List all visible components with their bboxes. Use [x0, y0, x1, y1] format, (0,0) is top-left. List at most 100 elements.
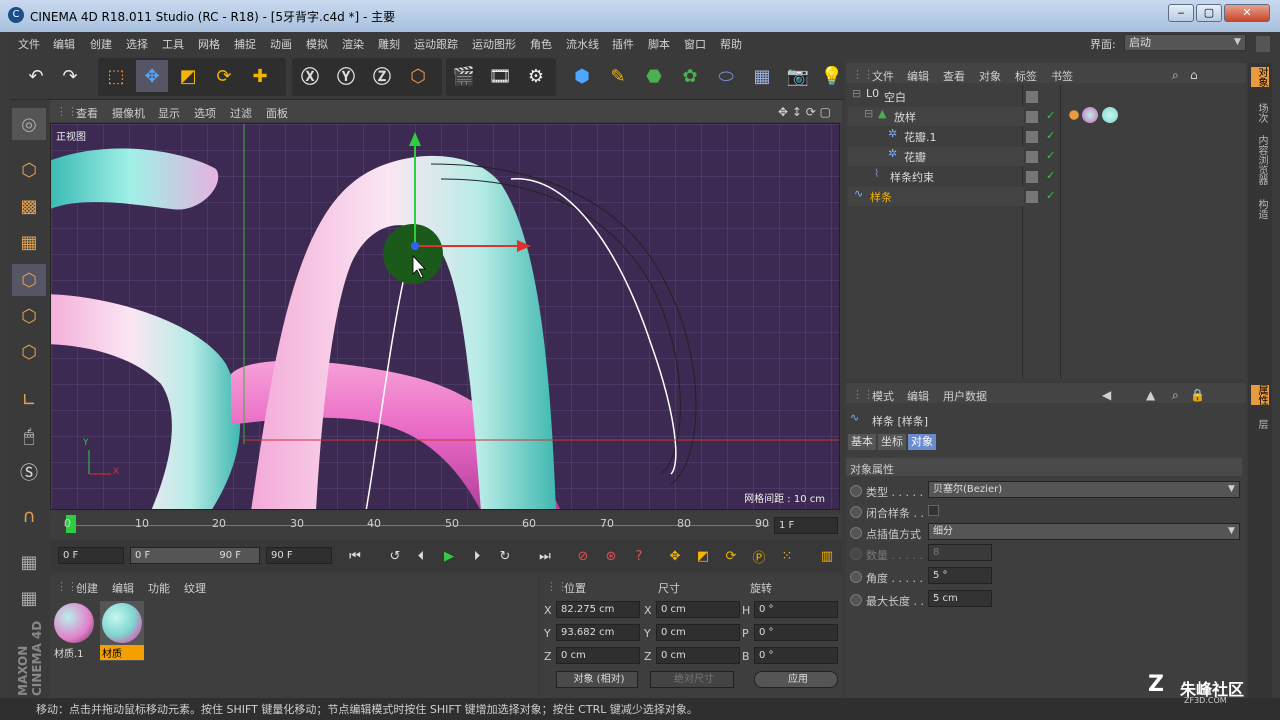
- make-editable-icon[interactable]: ◎: [12, 108, 46, 140]
- lock-icon[interactable]: 🔒: [1190, 388, 1205, 402]
- attr-menu-edit[interactable]: 编辑: [907, 388, 929, 404]
- object-row-null[interactable]: ⊟ L0 空白: [848, 87, 1024, 106]
- deformer-icon[interactable]: ⬭: [710, 60, 742, 92]
- lock-workplane-icon[interactable]: ▦: [12, 582, 46, 614]
- tab-object[interactable]: 对象: [908, 434, 936, 450]
- menu-sculpt[interactable]: 雕刻: [378, 36, 400, 52]
- move-tool-icon[interactable]: ✥: [136, 60, 168, 92]
- layout-lock-button[interactable]: [1256, 36, 1270, 52]
- menu-edit[interactable]: 编辑: [53, 36, 75, 52]
- rot-b-field[interactable]: 0 °: [754, 647, 838, 664]
- radio-interpolation[interactable]: [850, 527, 862, 539]
- material-menu-texture[interactable]: 纹理: [184, 580, 206, 596]
- home-icon[interactable]: ⌂: [1190, 68, 1198, 82]
- tab-content-browser[interactable]: 内容浏览器: [1251, 135, 1269, 185]
- current-frame-field[interactable]: 1 F: [774, 517, 838, 534]
- back-arrow-icon[interactable]: ◀: [1102, 388, 1111, 402]
- model-mode-icon[interactable]: ⬡: [12, 154, 46, 186]
- rotate-tool-icon[interactable]: ⟳: [208, 60, 240, 92]
- tweak-icon[interactable]: 🖱: [12, 420, 46, 452]
- check-icon[interactable]: ✓: [1046, 169, 1055, 182]
- solo-icon[interactable]: Ⓢ: [12, 456, 46, 488]
- workplane-icon[interactable]: ▦: [12, 226, 46, 258]
- menu-mograph[interactable]: 运动图形: [472, 36, 516, 52]
- layer-toggle[interactable]: [1026, 151, 1038, 163]
- phong-tag-icon[interactable]: [1069, 110, 1079, 120]
- object-row-spline[interactable]: ∿ 样条: [848, 187, 1024, 206]
- obj-menu-edit[interactable]: 编辑: [907, 68, 929, 84]
- size-x-field[interactable]: 0 cm: [656, 601, 740, 618]
- check-icon[interactable]: ✓: [1046, 149, 1055, 162]
- attr-menu-mode[interactable]: 模式: [872, 388, 894, 404]
- menu-script[interactable]: 脚本: [648, 36, 670, 52]
- floor-icon[interactable]: ▦: [746, 60, 778, 92]
- viewport[interactable]: 正视图 Y X 网格间距 : 10 cm: [50, 123, 840, 510]
- menu-snap[interactable]: 捕捉: [234, 36, 256, 52]
- minimize-button[interactable]: ‒: [1168, 4, 1194, 22]
- auto-keyframe-icon[interactable]: ⊛: [600, 545, 622, 567]
- tab-attributes[interactable]: 属性: [1251, 385, 1269, 405]
- material-item[interactable]: 材质.1: [52, 601, 96, 661]
- material-item-selected[interactable]: 材质: [100, 601, 144, 661]
- menu-tools[interactable]: 工具: [162, 36, 184, 52]
- size-mode-select[interactable]: 绝对尺寸: [650, 671, 734, 688]
- next-key-icon[interactable]: ↻: [494, 545, 516, 567]
- cloner-icon[interactable]: ✿: [674, 60, 706, 92]
- check-icon[interactable]: ✓: [1046, 189, 1055, 202]
- viewport-menu-cameras[interactable]: 摄像机: [112, 105, 145, 121]
- close-button[interactable]: ✕: [1224, 4, 1270, 22]
- search-icon[interactable]: ⌕: [1172, 388, 1179, 403]
- tab-layers[interactable]: 层: [1251, 419, 1269, 429]
- object-row-petal-1[interactable]: ✲ 花瓣.1: [848, 127, 1024, 146]
- size-y-field[interactable]: 0 cm: [656, 624, 740, 641]
- radio-close-spline[interactable]: [850, 506, 862, 518]
- menu-character[interactable]: 角色: [530, 36, 552, 52]
- obj-menu-file[interactable]: 文件: [872, 68, 894, 84]
- x-axis-lock-icon[interactable]: Ⓧ: [294, 60, 326, 92]
- snap-magnet-icon[interactable]: ∩: [12, 500, 46, 532]
- menu-select[interactable]: 选择: [126, 36, 148, 52]
- tab-objects[interactable]: 对象: [1251, 67, 1269, 87]
- apply-button[interactable]: 应用: [754, 671, 838, 688]
- undo-icon[interactable]: ↶: [20, 60, 52, 92]
- go-to-end-icon[interactable]: ⏭: [534, 545, 556, 567]
- key-position-icon[interactable]: ✥: [664, 545, 686, 567]
- redo-icon[interactable]: ↷: [54, 60, 86, 92]
- camera-icon[interactable]: 📷: [782, 60, 814, 92]
- object-row-petal[interactable]: ✲ 花瓣: [848, 147, 1024, 166]
- render-settings-icon[interactable]: ⚙: [520, 60, 552, 92]
- menu-simulate[interactable]: 模拟: [306, 36, 328, 52]
- frame-range-slider[interactable]: 0 F 90 F: [130, 547, 260, 564]
- workplane-grid-icon[interactable]: ▦: [12, 546, 46, 578]
- angle-field[interactable]: 5 °: [928, 567, 992, 584]
- radio-max-length[interactable]: [850, 594, 862, 606]
- obj-menu-view[interactable]: 查看: [943, 68, 965, 84]
- texture-mode-icon[interactable]: ▩: [12, 190, 46, 222]
- points-mode-icon[interactable]: ⬡: [12, 264, 46, 296]
- viewport-menu-view[interactable]: 查看: [76, 105, 98, 121]
- radio-angle[interactable]: [850, 571, 862, 583]
- start-frame-field[interactable]: 0 F: [58, 547, 124, 564]
- timeline[interactable]: 0 10 20 30 40 50 60 70 80 90 1 F: [50, 513, 842, 539]
- tab-takes[interactable]: 场次: [1251, 103, 1269, 123]
- live-selection-icon[interactable]: ⬚: [100, 60, 132, 92]
- size-z-field[interactable]: 0 cm: [656, 647, 740, 664]
- menu-motion-tracking[interactable]: 运动跟踪: [414, 36, 458, 52]
- viewport-menu-options[interactable]: 选项: [194, 105, 216, 121]
- last-tool-icon[interactable]: ✚: [244, 60, 276, 92]
- expand-icon[interactable]: ⊟: [852, 87, 861, 100]
- play-icon[interactable]: ▶: [438, 545, 460, 567]
- edges-mode-icon[interactable]: ⬡: [12, 300, 46, 332]
- previous-key-icon[interactable]: ↺: [384, 545, 406, 567]
- pos-x-field[interactable]: 82.275 cm: [556, 601, 640, 618]
- key-point-level-icon[interactable]: ⁙: [776, 545, 798, 567]
- layout-select[interactable]: 启动: [1124, 34, 1246, 51]
- material-menu-create[interactable]: 创建: [76, 580, 98, 596]
- layer-toggle[interactable]: [1026, 111, 1038, 123]
- selected-point[interactable]: [411, 242, 419, 250]
- material-tag-icon[interactable]: [1082, 107, 1098, 123]
- maximize-button[interactable]: ▢: [1196, 4, 1222, 22]
- max-length-field[interactable]: 5 cm: [928, 590, 992, 607]
- scale-tool-icon[interactable]: ◩: [172, 60, 204, 92]
- check-icon[interactable]: ✓: [1046, 129, 1055, 142]
